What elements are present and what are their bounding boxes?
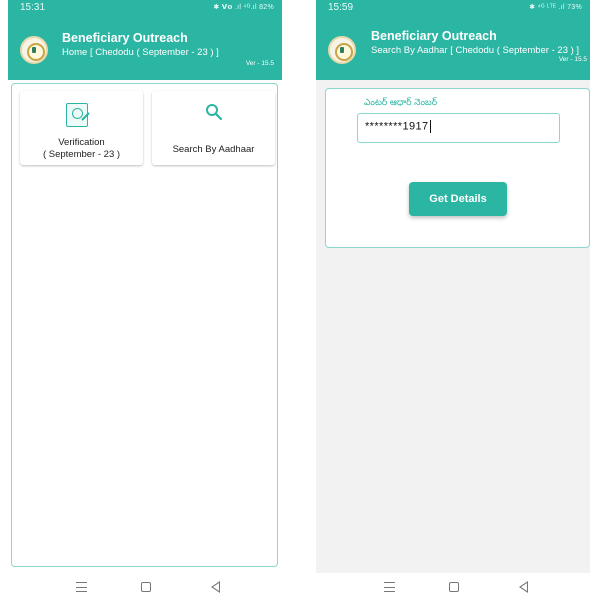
app-logo-icon bbox=[20, 36, 48, 64]
header-subtitle: Search By Aadhar [ Chedodu ( September -… bbox=[371, 45, 580, 56]
app-logo-icon bbox=[328, 36, 356, 64]
search-tile-label: Search By Aadhaar bbox=[172, 144, 255, 155]
verification-tile-title: Verification bbox=[58, 137, 105, 148]
aadhar-field-label: ఎంటర్ ఆధార్ నెంబర్ bbox=[364, 97, 438, 107]
aadhar-number-input[interactable]: ********1917 bbox=[357, 113, 560, 143]
search-form-card: ఎంటర్ ఆధార్ నెంబర్ ********1917 Get Deta… bbox=[325, 88, 590, 248]
verification-tile[interactable]: Verification ( September - 23 ) bbox=[20, 91, 143, 165]
app-header: 15:59 ✱ ⁴ᴳ ᴸᵀᴱ .ıl 73% Beneficiary Outre… bbox=[316, 0, 590, 80]
app-title: Beneficiary Outreach bbox=[62, 31, 188, 45]
recent-apps-icon[interactable] bbox=[76, 582, 87, 592]
right-phone-screen: 15:59 ✱ ⁴ᴳ ᴸᵀᴱ .ıl 73% Beneficiary Outre… bbox=[316, 0, 590, 603]
status-icons: ✱ ⁴ᴳ ᴸᵀᴱ .ıl 73% bbox=[529, 4, 582, 11]
android-navigation-bar bbox=[8, 573, 282, 603]
left-phone-screen: 15:31 ✱ 𝗩𝗼 .ıl ⁴ᴳ.ıl 82% Beneficiary Out… bbox=[8, 0, 282, 603]
status-icons: ✱ 𝗩𝗼 .ıl ⁴ᴳ.ıl 82% bbox=[213, 4, 274, 11]
android-navigation-bar bbox=[316, 573, 590, 603]
home-icon[interactable] bbox=[449, 582, 459, 592]
version-label: Ver - 15.5 bbox=[558, 56, 587, 63]
search-by-aadhaar-tile[interactable]: Search By Aadhaar bbox=[152, 91, 275, 165]
recent-apps-icon[interactable] bbox=[384, 582, 395, 592]
app-title: Beneficiary Outreach bbox=[371, 29, 497, 43]
search-icon bbox=[206, 104, 223, 121]
text-cursor bbox=[429, 120, 431, 133]
document-person-icon bbox=[66, 103, 88, 127]
home-content-frame: Verification ( September - 23 ) Search B… bbox=[11, 83, 278, 567]
header-subtitle: Home [ Chedodu ( September - 23 ) ] bbox=[62, 47, 219, 58]
app-header: 15:31 ✱ 𝗩𝗼 .ıl ⁴ᴳ.ıl 82% Beneficiary Out… bbox=[8, 0, 282, 80]
back-icon[interactable] bbox=[211, 581, 220, 593]
verification-tile-period: ( September - 23 ) bbox=[42, 149, 121, 160]
status-time: 15:59 bbox=[328, 2, 354, 13]
version-label: Ver - 15.5 bbox=[245, 60, 274, 67]
back-icon[interactable] bbox=[519, 581, 528, 593]
aadhar-input-value: ********1917 bbox=[365, 120, 429, 133]
status-time: 15:31 bbox=[20, 2, 46, 13]
home-icon[interactable] bbox=[141, 582, 151, 592]
get-details-button[interactable]: Get Details bbox=[409, 182, 507, 216]
